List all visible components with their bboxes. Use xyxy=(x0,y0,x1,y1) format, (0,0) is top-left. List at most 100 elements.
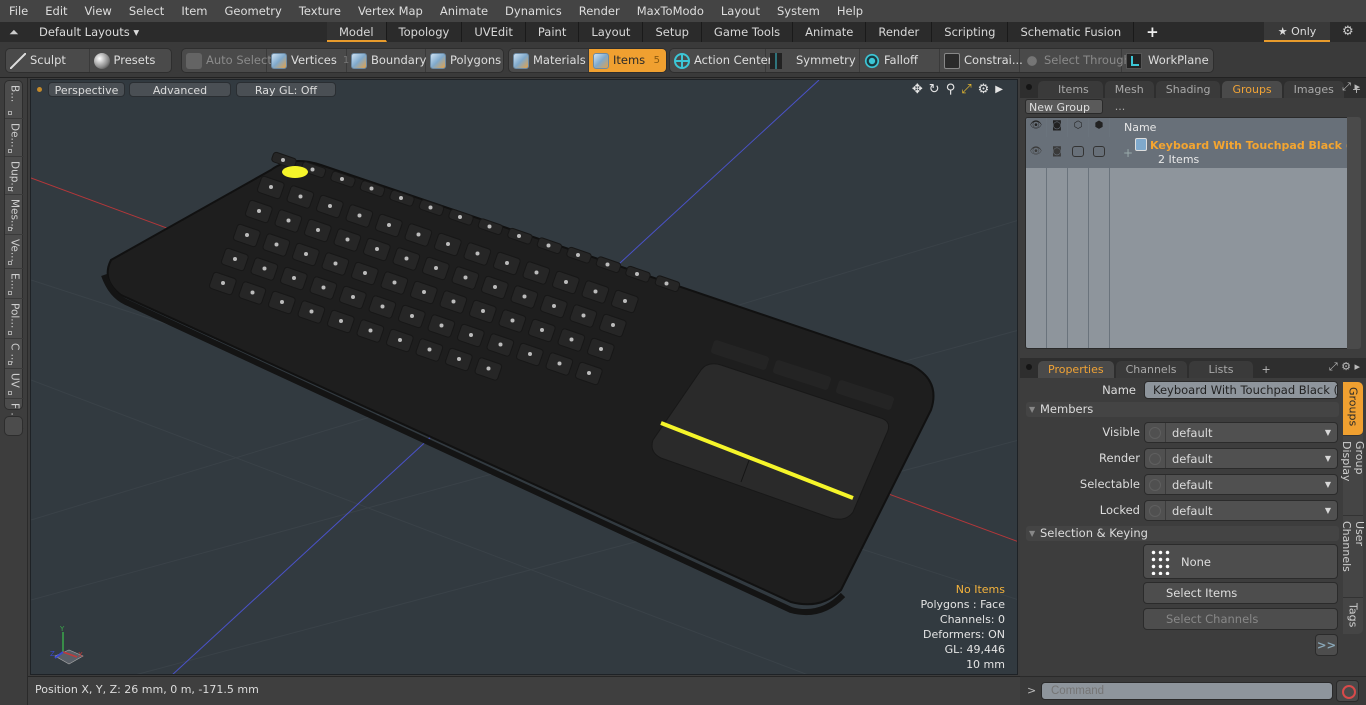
vertices-button[interactable]: Vertices 1 xyxy=(267,49,349,72)
viewport-status-dot[interactable] xyxy=(37,87,42,92)
keyframe-circle-icon[interactable] xyxy=(1149,426,1161,439)
visibility-eye-icon[interactable]: 👁 xyxy=(1026,120,1046,131)
extra-tool-tab[interactable] xyxy=(4,416,23,436)
add-tab-button[interactable]: + xyxy=(1134,22,1171,42)
menu-item[interactable]: Item xyxy=(172,0,215,22)
tab-lists[interactable]: Lists xyxy=(1188,361,1254,378)
menu-help[interactable]: Help xyxy=(828,0,871,22)
tool-tab[interactable]: Mes... xyxy=(5,195,24,235)
menu-vertex-map[interactable]: Vertex Map xyxy=(349,0,431,22)
tab-game-tools[interactable]: Game Tools xyxy=(701,22,794,42)
menu-animate[interactable]: Animate xyxy=(431,0,496,22)
select-through-button[interactable]: Select Through xyxy=(1020,49,1131,72)
tab-channels[interactable]: Channels xyxy=(1115,361,1187,378)
keyframe-circle-icon[interactable] xyxy=(1149,452,1161,465)
tool-tab[interactable]: UV xyxy=(5,369,24,399)
boundary-button[interactable]: Boundary xyxy=(347,49,426,72)
lock-cube-icon[interactable]: ⬡ xyxy=(1068,120,1088,131)
polygons-button[interactable]: Polygons xyxy=(426,49,503,72)
tab-properties[interactable]: Properties xyxy=(1038,361,1114,378)
menu-edit[interactable]: Edit xyxy=(36,0,75,22)
tool-tab[interactable]: De... xyxy=(5,119,24,157)
tool-tab[interactable]: Dup... xyxy=(5,157,24,195)
side-tab-user-channels[interactable]: User Channels xyxy=(1340,516,1366,598)
pan-icon[interactable]: ✥ xyxy=(912,82,923,97)
default-layouts-dropdown[interactable]: Default Layouts ▾ xyxy=(39,22,139,42)
only-toggle[interactable]: ★ Only xyxy=(1264,22,1330,42)
tab-topology[interactable]: Topology xyxy=(386,22,463,42)
keyframe-circle-icon[interactable] xyxy=(1149,504,1161,517)
tab-schematic-fusion[interactable]: Schematic Fusion xyxy=(1008,22,1135,42)
tab-scripting[interactable]: Scripting xyxy=(932,22,1009,42)
side-tab-groups[interactable]: Groups xyxy=(1343,382,1363,436)
menu-select[interactable]: Select xyxy=(120,0,172,22)
shading-dropdown[interactable]: Advanced xyxy=(129,82,231,97)
menu-view[interactable]: View xyxy=(76,0,120,22)
tab-images[interactable]: Images xyxy=(1283,81,1344,98)
menu-dynamics[interactable]: Dynamics xyxy=(496,0,570,22)
menu-geometry[interactable]: Geometry xyxy=(216,0,290,22)
tab-uvedit[interactable]: UVEdit xyxy=(462,22,526,42)
panel-menu-dot[interactable] xyxy=(1026,84,1032,90)
viewport-settings-icon[interactable]: ⚙ xyxy=(978,82,990,97)
keyframe-circle-icon[interactable] xyxy=(1149,478,1161,491)
property-dropdown[interactable]: default ▼ xyxy=(1144,474,1338,495)
tab-items[interactable]: Items xyxy=(1038,81,1103,98)
tab-animate[interactable]: Animate xyxy=(793,22,867,42)
action-center-button[interactable]: Action Center xyxy=(670,49,772,72)
tab-paint[interactable]: Paint xyxy=(525,22,580,42)
tab-mesh[interactable]: Mesh ... xyxy=(1104,81,1154,113)
maximize-icon[interactable]: ⤢ xyxy=(961,82,971,97)
command-input[interactable] xyxy=(1041,682,1333,700)
tab-layout[interactable]: Layout xyxy=(579,22,644,42)
expand-arrow-icon[interactable]: ▶ xyxy=(995,82,1003,97)
row-eye-icon[interactable]: 👁 xyxy=(1026,146,1046,157)
menu-layout[interactable]: Layout xyxy=(712,0,768,22)
panel-menu-dot[interactable] xyxy=(1026,364,1032,370)
row-select-checkbox[interactable] xyxy=(1093,146,1105,157)
panel-expand-icon[interactable]: ⤢ ⚙ ▸ xyxy=(1329,360,1360,374)
items-button[interactable]: Items 5 xyxy=(589,49,666,72)
members-section-header[interactable]: Members xyxy=(1026,402,1339,417)
keying-none-button[interactable]: None xyxy=(1143,544,1338,579)
side-tab-tags[interactable]: Tags xyxy=(1343,598,1363,634)
add-tab-icon[interactable]: + xyxy=(1255,361,1276,378)
tool-tab[interactable]: B... xyxy=(5,81,24,119)
raygl-dropdown[interactable]: Ray GL: Off xyxy=(236,82,336,97)
materials-button[interactable]: Materials xyxy=(509,49,589,72)
side-tab-group-display[interactable]: Group Display xyxy=(1340,436,1366,516)
select-cube-icon[interactable]: ⬢ xyxy=(1089,120,1109,131)
menu-maxtomodo[interactable]: MaxToModo xyxy=(628,0,712,22)
sculpt-button[interactable]: Sculpt xyxy=(6,49,90,72)
constraints-button[interactable]: Constrai... xyxy=(940,49,1023,72)
property-dropdown[interactable]: default ▼ xyxy=(1144,422,1338,443)
menu-render[interactable]: Render xyxy=(570,0,628,22)
render-camera-icon[interactable]: ◙ xyxy=(1047,120,1067,131)
tool-tab[interactable]: E... xyxy=(5,269,24,299)
property-dropdown[interactable]: default ▼ xyxy=(1144,448,1338,469)
tab-groups[interactable]: Groups xyxy=(1222,81,1282,98)
selection-keying-section-header[interactable]: Selection & Keying xyxy=(1026,526,1339,541)
name-input[interactable] xyxy=(1144,381,1338,399)
tab-model[interactable]: Model xyxy=(327,22,387,42)
new-group-button[interactable]: New Group xyxy=(1025,99,1103,114)
tool-tab[interactable]: Ve... xyxy=(5,235,24,269)
group-list-scrollbar[interactable] xyxy=(1347,117,1361,349)
view-mode-dropdown[interactable]: Perspective xyxy=(48,82,125,97)
tab-render[interactable]: Render xyxy=(866,22,933,42)
row-camera-icon[interactable]: ◙ xyxy=(1047,146,1067,157)
tool-tab[interactable]: C ... xyxy=(5,339,24,369)
workplane-button[interactable]: WorkPlane xyxy=(1122,49,1212,72)
3d-viewport[interactable]: Perspective Advanced Ray GL: Off ✥ ↻ ⚲ ⤢… xyxy=(30,79,1018,675)
menu-system[interactable]: System xyxy=(768,0,828,22)
group-row[interactable]: 👁 ◙ + Keyboard With Touchpad Black (... … xyxy=(1026,137,1350,168)
tool-tab[interactable]: Pol... xyxy=(5,299,24,339)
auto-select-button[interactable]: Auto Select xyxy=(182,49,272,72)
menu-texture[interactable]: Texture xyxy=(290,0,349,22)
row-lock-checkbox[interactable] xyxy=(1072,146,1084,157)
tab-setup[interactable]: Setup xyxy=(643,22,702,42)
falloff-button[interactable]: Falloff xyxy=(860,49,940,72)
gear-icon[interactable]: ⚙ xyxy=(1342,22,1354,42)
presets-button[interactable]: Presets xyxy=(90,49,172,72)
expand-plus-icon[interactable]: + xyxy=(1123,146,1133,160)
